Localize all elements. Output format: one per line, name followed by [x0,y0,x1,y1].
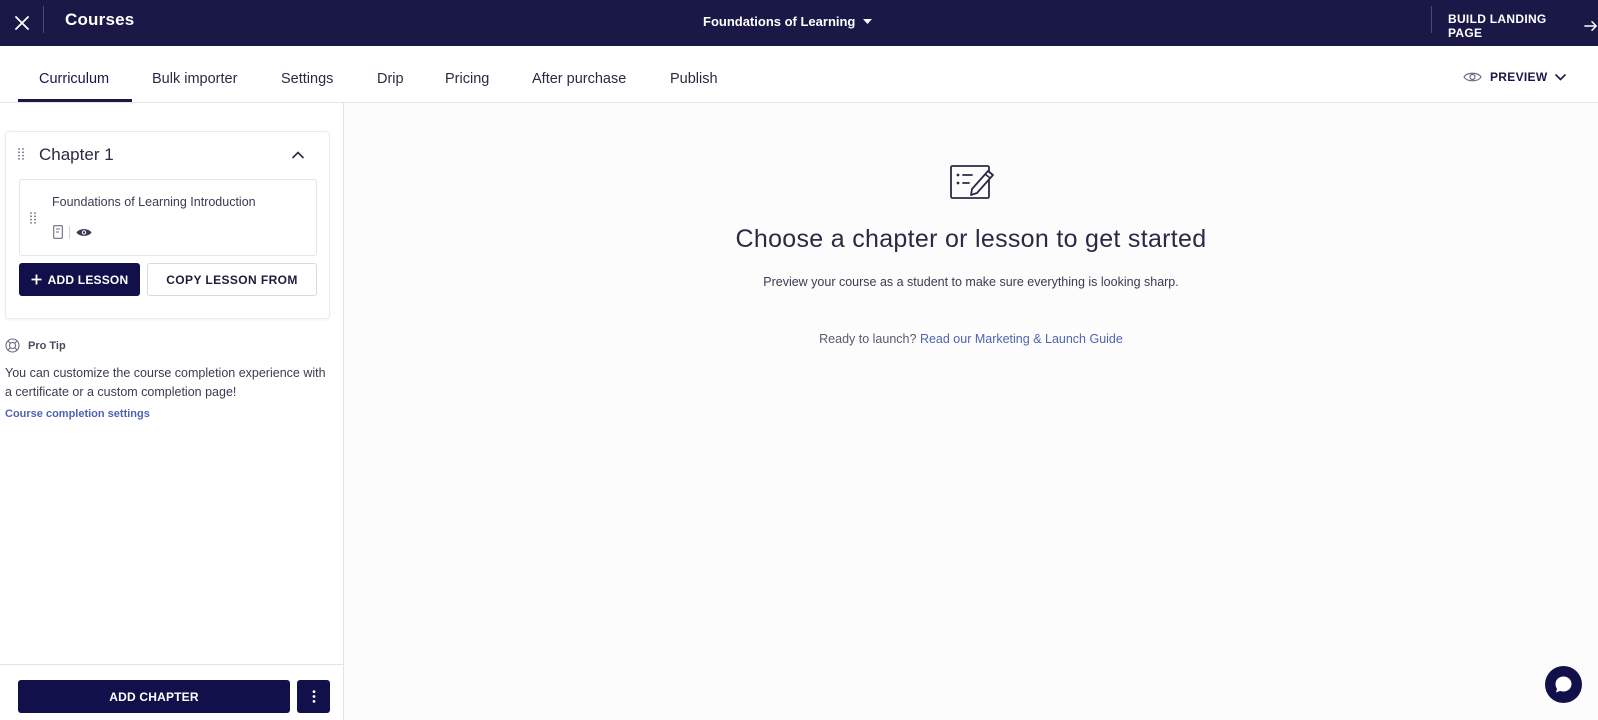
add-lesson-button[interactable]: ADD LESSON [19,263,140,296]
lifebuoy-icon [5,338,20,353]
build-landing-page-button[interactable]: BUILD LANDING PAGE [1448,12,1598,40]
divider [1431,6,1432,33]
edit-list-icon [950,163,996,208]
marketing-launch-guide-link[interactable]: Read our Marketing & Launch Guide [920,332,1123,346]
chapter-card: Chapter 1 Foundations of Learning Introd… [5,131,330,319]
caret-down-icon [863,18,873,24]
course-name: Foundations of Learning [703,14,856,29]
copy-lesson-label: COPY LESSON FROM [166,272,298,287]
preview-label: PREVIEW [1490,70,1548,84]
tab-bar: Curriculum Bulk importer Settings Drip P… [0,46,1598,103]
tab-pricing[interactable]: Pricing [445,71,489,87]
more-options-button[interactable] [297,680,330,713]
tab-publish[interactable]: Publish [670,71,718,87]
eye-icon [1463,72,1482,82]
tab-drip[interactable]: Drip [377,71,404,87]
chapter-title[interactable]: Chapter 1 [39,145,114,165]
lesson-title: Foundations of Learning Introduction [52,195,256,209]
tab-curriculum[interactable]: Curriculum [39,71,109,87]
divider [69,225,70,239]
active-tab-indicator [18,99,132,102]
arrow-right-icon [1584,21,1597,31]
empty-state-subtitle: Preview your course as a student to make… [763,275,1179,289]
drag-handle-icon[interactable] [18,147,24,165]
eye-icon[interactable] [76,227,92,238]
tab-bulk-importer[interactable]: Bulk importer [152,71,237,87]
close-icon[interactable] [10,11,34,35]
preview-button[interactable]: PREVIEW [1463,70,1567,84]
add-chapter-label: ADD CHAPTER [109,689,199,704]
curriculum-sidebar: Chapter 1 Foundations of Learning Introd… [0,103,344,720]
app-title: Courses [65,10,135,29]
more-vertical-icon [312,690,315,703]
lesson-meta [53,225,92,239]
empty-state-title: Choose a chapter or lesson to get starte… [735,225,1207,253]
tab-settings[interactable]: Settings [281,71,333,87]
document-icon [53,225,63,239]
main-content: Choose a chapter or lesson to get starte… [344,103,1598,720]
course-completion-settings-link[interactable]: Course completion settings [5,408,150,420]
chat-bubble-icon [1555,676,1572,693]
launch-prefix: Ready to launch? [819,332,917,346]
chevron-down-icon [1555,73,1567,81]
lesson-item[interactable]: Foundations of Learning Introduction [19,179,317,256]
pro-tip-body: You can customize the course completion … [5,366,326,399]
launch-guide-line: Ready to launch? Read our Marketing & La… [344,332,1598,346]
pro-tip-header: Pro Tip [5,338,335,353]
build-landing-page-label: BUILD LANDING PAGE [1448,12,1547,40]
course-selector[interactable]: Foundations of Learning [703,14,873,29]
top-bar: Courses Foundations of Learning BUILD LA… [0,0,1598,46]
plus-icon [31,274,42,285]
tab-after-purchase[interactable]: After purchase [532,71,626,87]
divider [43,6,44,33]
drag-handle-icon[interactable] [30,211,36,229]
add-lesson-label: ADD LESSON [47,272,129,287]
add-chapter-button[interactable]: ADD CHAPTER [18,680,290,713]
chevron-up-icon[interactable] [292,146,304,164]
copy-lesson-button[interactable]: COPY LESSON FROM [147,263,317,296]
pro-tip: Pro Tip You can customize the course com… [5,338,335,422]
chat-button[interactable] [1545,666,1582,703]
pro-tip-heading: Pro Tip [28,339,66,352]
sidebar-footer: ADD CHAPTER [0,664,343,720]
